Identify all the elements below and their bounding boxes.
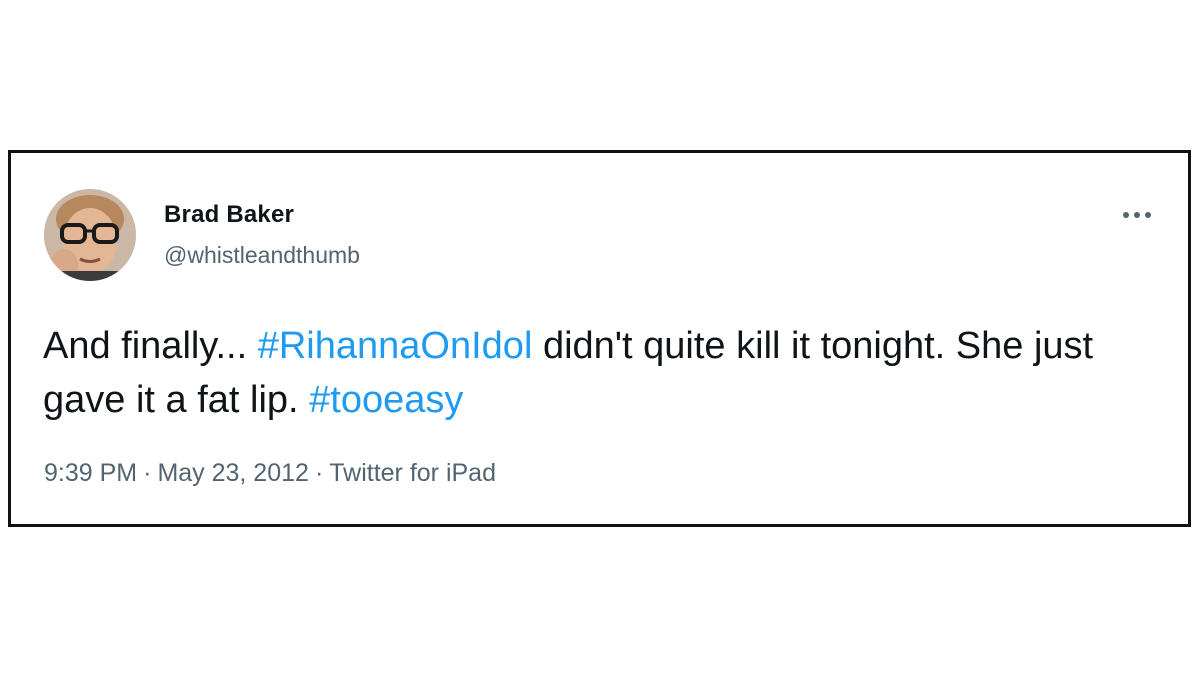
tweet-text-part: And finally... <box>43 325 258 367</box>
hashtag-link[interactable]: #tooeasy <box>309 379 463 421</box>
tweet-date[interactable]: May 23, 2012 <box>157 459 309 487</box>
more-options-button[interactable] <box>1119 205 1155 225</box>
meta-separator: · <box>314 459 324 487</box>
tweet-card: Brad Baker @whistleandthumb And finally.… <box>8 150 1191 527</box>
avatar[interactable] <box>44 189 136 281</box>
more-horizontal-icon <box>1123 212 1151 218</box>
meta-separator: · <box>143 459 152 487</box>
display-name[interactable]: Brad Baker <box>164 201 294 229</box>
tweet-source[interactable]: Twitter for iPad <box>329 459 496 487</box>
tweet-time[interactable]: 9:39 PM <box>44 459 137 487</box>
tweet-text: And finally... #RihannaOnIdol didn't qui… <box>43 319 1173 427</box>
tweet-metadata: 9:39 PM · May 23, 2012 · Twitter for iPad <box>44 459 496 488</box>
user-photo-avatar-icon <box>44 189 136 281</box>
user-handle[interactable]: @whistleandthumb <box>164 242 360 269</box>
hashtag-link[interactable]: #RihannaOnIdol <box>258 325 533 367</box>
